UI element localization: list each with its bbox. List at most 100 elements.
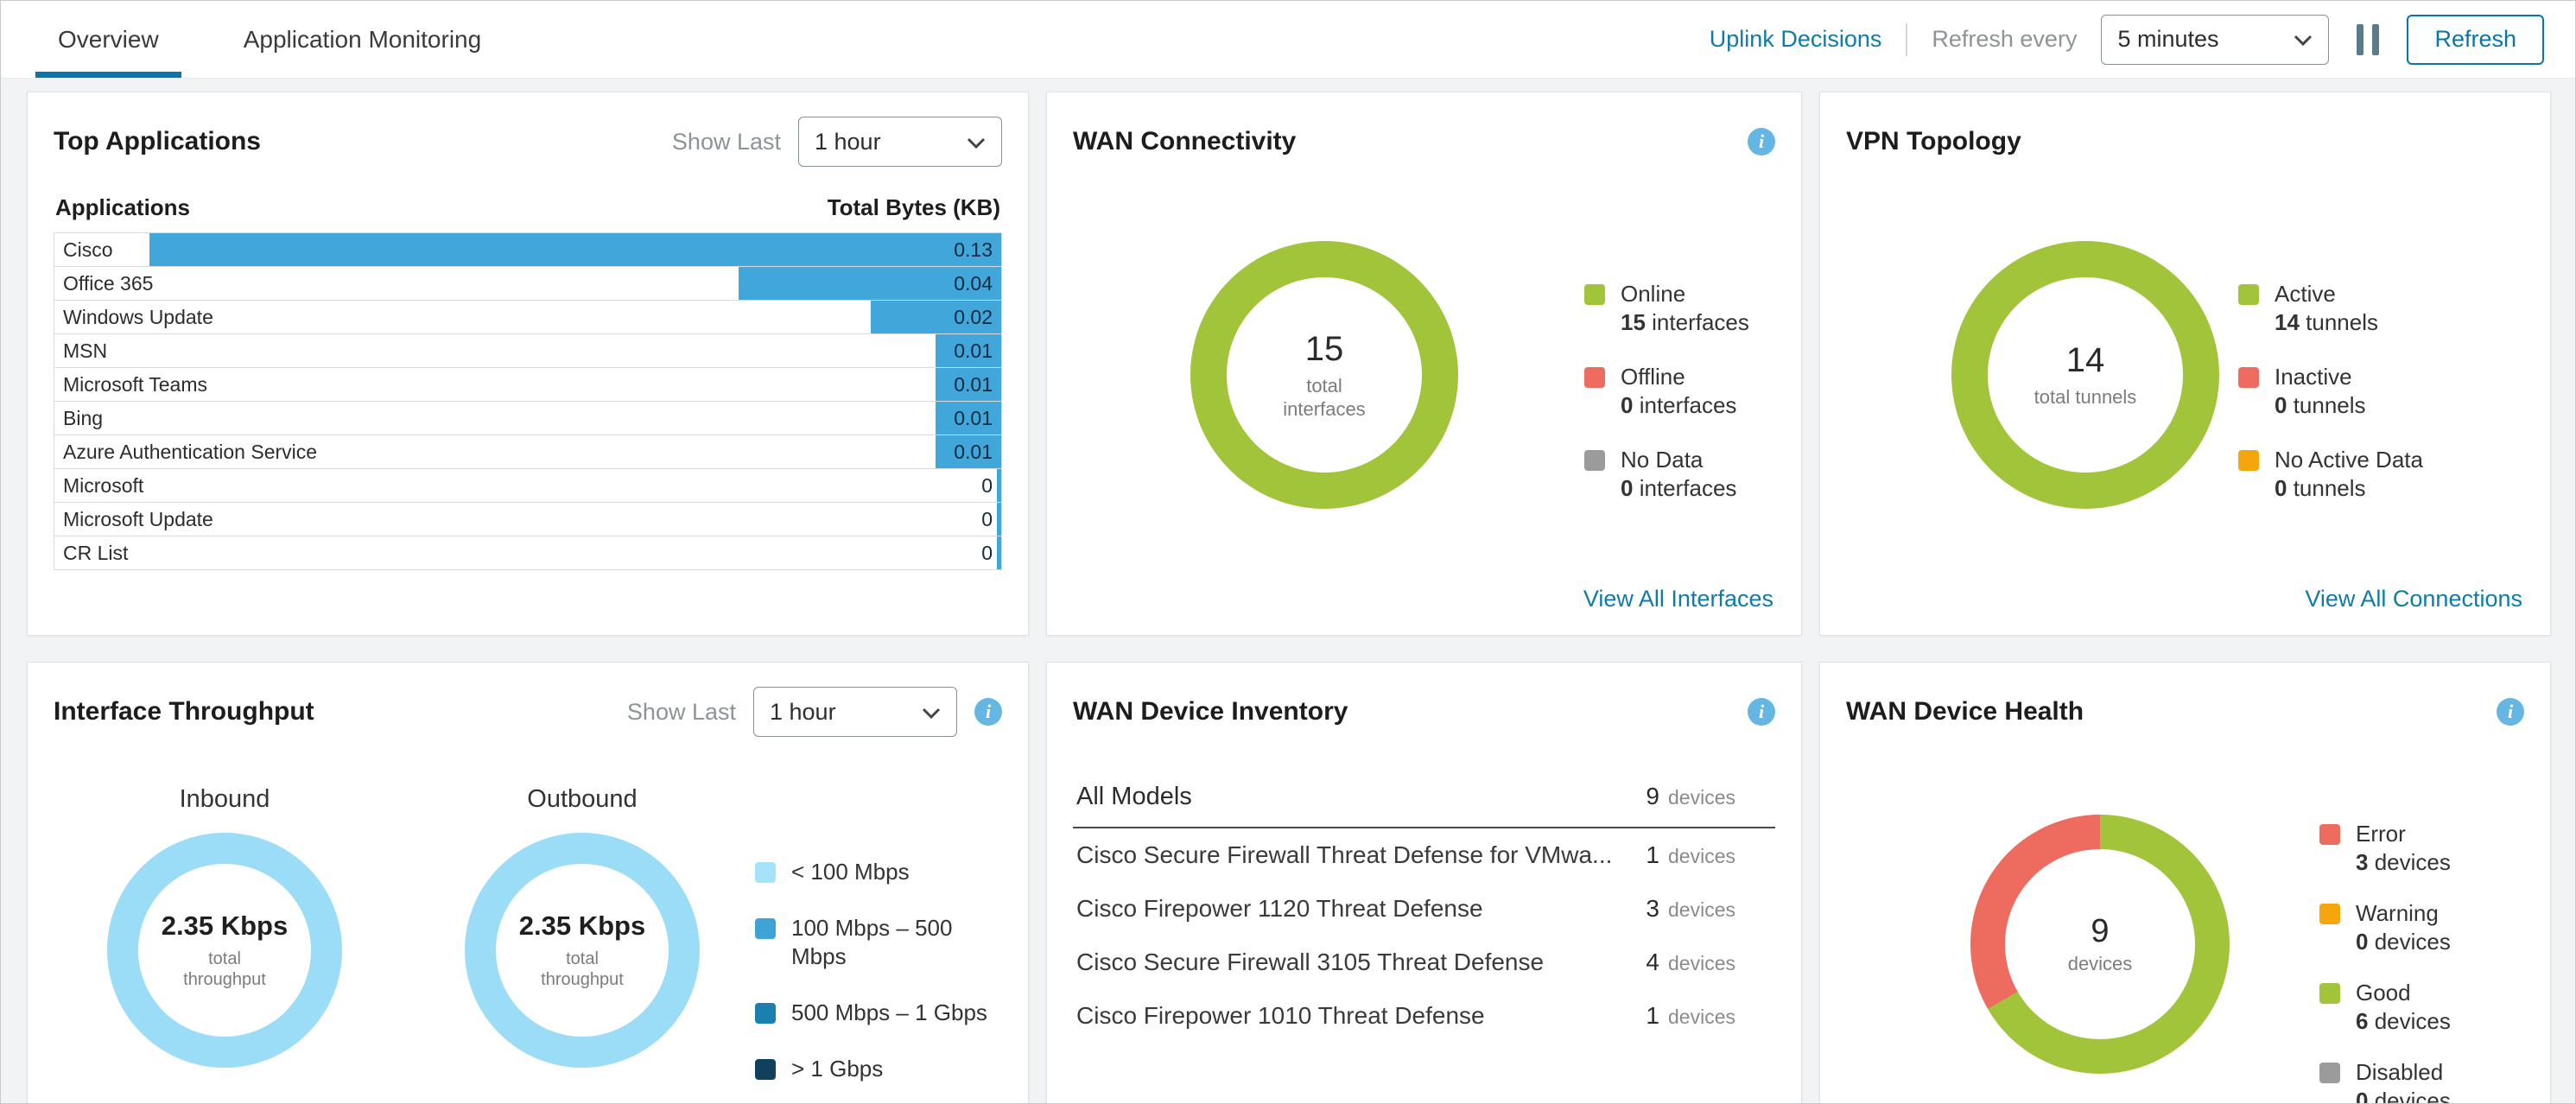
app-value: 0 — [981, 503, 993, 536]
info-icon[interactable]: i — [974, 698, 1002, 726]
legend-unit: interfaces — [1640, 392, 1737, 418]
card-wan-device-inventory: WAN Device Inventory i All Models 9 devi… — [1046, 662, 1802, 1104]
connectivity-donut-chart: 15 total interfaces — [1190, 241, 1458, 509]
app-name: Cisco — [54, 234, 122, 265]
legend-unit: devices — [2375, 929, 2451, 955]
legend-label: Error — [2356, 820, 2451, 848]
refresh-interval-select[interactable]: 5 minutes — [2101, 15, 2329, 65]
vpn-donut-chart: 14 total tunnels — [1951, 241, 2219, 509]
legend-unit: tunnels — [2306, 309, 2378, 335]
applications-bar-list: Cisco 0.13 Office 365 0.04 Windows Updat… — [54, 232, 1002, 570]
legend-swatch — [755, 918, 776, 939]
view-all-interfaces-link[interactable]: View All Interfaces — [1583, 586, 1773, 612]
app-value: 0 — [981, 469, 993, 502]
divider — [1906, 23, 1907, 56]
legend-swatch — [2319, 1063, 2340, 1083]
legend-swatch — [2238, 284, 2259, 305]
tab-bar: Overview Application Monitoring — [35, 1, 504, 78]
legend-label: Inactive — [2275, 363, 2366, 391]
inbound-label: Inbound — [180, 785, 270, 814]
legend-item-no-active-data: No Active Data 0 tunnels — [2238, 446, 2423, 503]
donut-center-label: total throughput — [535, 949, 630, 990]
legend-count: 3 — [2356, 849, 2368, 875]
inventory-row: Cisco Secure Firewall Threat Defense for… — [1073, 828, 1775, 882]
show-last-value: 1 hour — [815, 129, 881, 155]
refresh-button[interactable]: Refresh — [2407, 15, 2544, 65]
outbound-donut-chart: 2.35 Kbps total throughput — [465, 833, 700, 1068]
pause-refresh-button[interactable] — [2353, 21, 2382, 59]
legend-swatch — [2238, 367, 2259, 388]
app-bar — [997, 469, 1001, 502]
legend-swatch — [755, 1059, 776, 1080]
show-last-select[interactable]: 1 hour — [753, 687, 957, 737]
donut-center-label: total throughput — [177, 949, 272, 990]
legend-count: 0 — [2356, 1088, 2368, 1104]
donut-center-label: devices — [2044, 952, 2156, 975]
legend-item-warning: Warning 0 devices — [2319, 899, 2451, 956]
legend-unit: devices — [2375, 1088, 2451, 1104]
app-name: Microsoft — [54, 470, 152, 501]
show-last-value: 1 hour — [770, 699, 836, 726]
legend-label: < 100 Mbps — [791, 858, 910, 886]
legend-swatch — [1584, 450, 1605, 471]
legend-label: Disabled — [2356, 1058, 2451, 1087]
legend-count: 6 — [2356, 1008, 2368, 1034]
legend-label: 100 Mbps – 500 Mbps — [791, 914, 990, 971]
tab-application-monitoring-label: Application Monitoring — [244, 26, 482, 54]
tab-overview[interactable]: Overview — [35, 1, 181, 78]
table-row: Bing 0.01 — [54, 401, 1002, 435]
inventory-row: Cisco Firepower 1010 Threat Defense 1 de… — [1073, 989, 1775, 1043]
outbound-donut-group: Outbound 2.35 Kbps total throughput — [465, 785, 700, 1104]
info-icon[interactable]: i — [2497, 698, 2524, 726]
device-count: 1 — [1642, 841, 1659, 869]
legend-count: 0 — [2356, 929, 2368, 955]
legend-count: 0 — [2275, 475, 2287, 501]
legend-label: Active — [2275, 280, 2378, 308]
device-count: 3 — [1642, 895, 1659, 923]
app-value: 0.01 — [954, 435, 993, 468]
legend-item-lt-100: < 100 Mbps — [755, 858, 990, 886]
card-title: VPN Topology — [1846, 127, 2021, 156]
app-bar — [149, 233, 1001, 266]
legend-unit: tunnels — [2294, 475, 2366, 501]
inbound-donut-chart: 2.35 Kbps total throughput — [107, 833, 342, 1068]
device-unit: devices — [1668, 1006, 1735, 1029]
legend-label: 500 Mbps – 1 Gbps — [791, 999, 987, 1027]
card-top-applications: Top Applications Show Last 1 hour Applic… — [27, 92, 1029, 636]
tab-overview-label: Overview — [58, 26, 159, 54]
legend-label: > 1 Gbps — [791, 1055, 883, 1083]
legend-label: No Active Data — [2275, 446, 2423, 474]
app-name: Windows Update — [54, 301, 222, 333]
tab-application-monitoring[interactable]: Application Monitoring — [221, 1, 504, 78]
outbound-label: Outbound — [527, 785, 637, 814]
legend-count: 15 — [1621, 309, 1646, 335]
legend-item-online: Online 15 interfaces — [1584, 280, 1749, 337]
dashboard-page: Overview Application Monitoring Uplink D… — [0, 0, 2576, 1104]
card-wan-device-health: WAN Device Health i 9 devices Error 3 de — [1819, 662, 2551, 1104]
app-bar — [997, 536, 1001, 569]
show-last-select[interactable]: 1 hour — [798, 117, 1002, 167]
view-all-connections-link[interactable]: View All Connections — [2305, 586, 2522, 612]
table-row: Azure Authentication Service 0.01 — [54, 435, 1002, 469]
info-icon[interactable]: i — [1748, 128, 1775, 155]
inventory-header-model: All Models — [1076, 783, 1192, 811]
refresh-interval-value: 5 minutes — [2117, 26, 2218, 53]
legend-swatch — [755, 1003, 776, 1024]
inventory-row: Cisco Firepower 1120 Threat Defense 3 de… — [1073, 882, 1775, 936]
inbound-donut-group: Inbound 2.35 Kbps total throughput — [107, 785, 342, 1104]
legend-item-gt-1g: > 1 Gbps — [755, 1055, 990, 1083]
legend-count: 14 — [2275, 309, 2300, 335]
uplink-decisions-link[interactable]: Uplink Decisions — [1710, 26, 1882, 53]
chevron-down-icon — [2294, 26, 2313, 53]
donut-center-label: total tunnels — [2029, 385, 2141, 409]
legend-count: 0 — [1621, 475, 1633, 501]
table-row: Cisco 0.13 — [54, 232, 1002, 267]
card-title: Top Applications — [54, 127, 261, 156]
info-icon[interactable]: i — [1748, 698, 1775, 726]
table-row: Microsoft Update 0 — [54, 502, 1002, 536]
legend-unit: tunnels — [2294, 392, 2366, 418]
legend-label: Online — [1621, 280, 1749, 308]
legend-unit: interfaces — [1652, 309, 1749, 335]
connectivity-legend: Online 15 interfaces Offline 0 interface… — [1584, 280, 1749, 529]
app-name: Bing — [54, 403, 111, 434]
